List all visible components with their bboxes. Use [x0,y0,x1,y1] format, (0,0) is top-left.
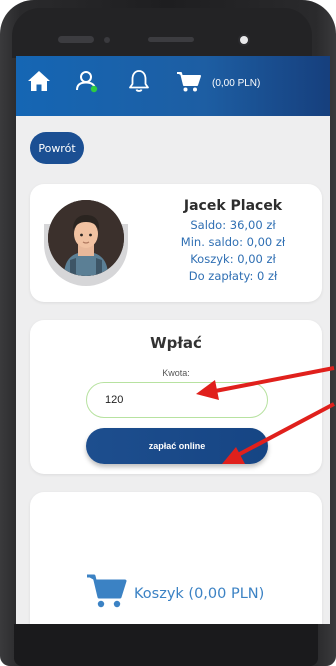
bell-icon[interactable] [126,68,152,99]
profile-name: Jacek Placek [183,198,283,214]
profile-saldo: Saldo: 36,00 zł [190,218,276,232]
amount-input[interactable] [86,382,268,418]
phone-earpiece [148,37,194,42]
top-navbar: (0,00 PLN) [16,56,330,116]
nav-cart-total[interactable]: (0,00 PLN) [212,78,260,89]
phone-top-bezel [12,8,312,58]
profile-do-zaplaty: Do zapłaty: 0 zł [188,269,278,283]
app-screen: (0,00 PLN) Powrót Jacek Placek Saldo: 36… [16,56,330,624]
cart-icon [86,572,128,615]
pay-online-button[interactable]: zapłać online [86,428,268,464]
payment-card: Wpłać Kwota: zapłać online [30,320,322,474]
profile-koszyk: Koszyk: 0,00 zł [190,252,276,266]
profile-info: Jacek Placek Saldo: 36,00 zł Min. saldo:… [158,198,308,285]
phone-camera [240,36,248,44]
user-icon[interactable] [74,68,100,99]
cart-link[interactable]: Koszyk (0,00 PLN) [86,572,264,615]
amount-label: Kwota: [162,368,190,378]
profile-card: Jacek Placek Saldo: 36,00 zł Min. saldo:… [30,184,322,302]
avatar [48,200,124,276]
phone-sensor [104,37,110,43]
home-icon[interactable] [26,68,52,99]
cart-card: Koszyk (0,00 PLN) [30,492,322,624]
phone-bottom-bezel [14,624,318,666]
profile-min-saldo: Min. saldo: 0,00 zł [180,235,286,249]
cart-label: Koszyk (0,00 PLN) [134,585,265,602]
payment-title: Wpłać [150,334,202,352]
phone-speaker [58,36,94,43]
phone-frame: (0,00 PLN) Powrót Jacek Placek Saldo: 36… [0,0,336,666]
cart-icon[interactable] [176,70,202,99]
back-button[interactable]: Powrót [30,132,84,164]
